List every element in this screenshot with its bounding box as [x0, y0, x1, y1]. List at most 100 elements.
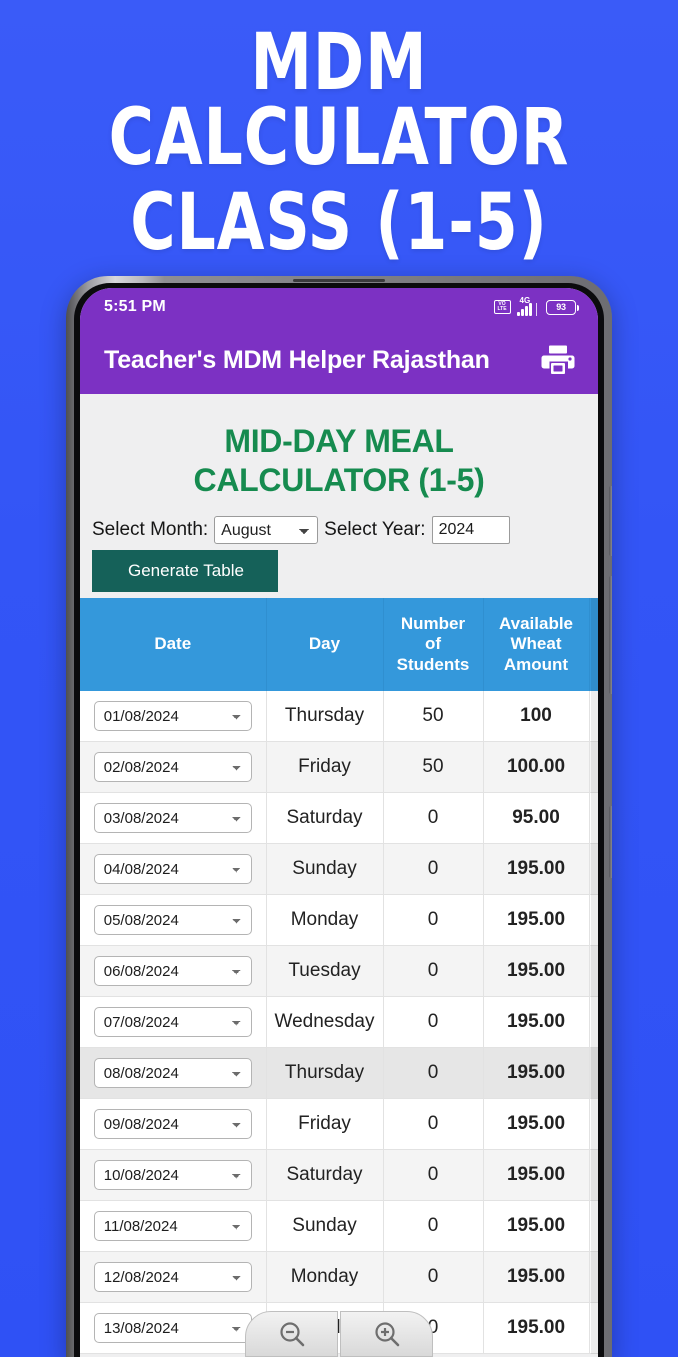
- filter-controls: Select Month: August Select Year:: [80, 516, 598, 545]
- table-row: 03/08/2024 Saturday 0 95.00: [80, 792, 598, 845]
- cell-available-wheat-amount: 195.00: [483, 1149, 590, 1202]
- battery-icon: 93: [546, 299, 579, 315]
- cell-available-wheat-amount: 195.00: [483, 894, 590, 947]
- cell-available-wheat-amount: 195.00: [483, 996, 590, 1049]
- zoom-out-icon: [279, 1322, 304, 1347]
- mdm-table-body: 01/08/2024 Thursday 50 100 02/08/2024 Friday 5…: [80, 691, 598, 1355]
- cell-date: 10/08/2024: [80, 1149, 267, 1202]
- app-bar: Teacher's MDM Helper Rajasthan: [80, 326, 598, 394]
- generate-table-button[interactable]: Generate Table: [92, 550, 278, 593]
- cell-day: Tuesday: [266, 945, 384, 998]
- cell-day: Monday: [266, 1251, 384, 1304]
- signal-bar-1: [516, 312, 520, 316]
- cell-number-of-students: 50: [383, 691, 484, 743]
- header-wheat-line-3: Amount: [503, 654, 569, 674]
- table-vertical-scrollbar[interactable]: [591, 598, 598, 1355]
- month-label: Select Month:: [92, 519, 209, 541]
- date-select[interactable]: 11/08/2024: [93, 1211, 252, 1242]
- table-row: 04/08/2024 Sunday 0 195.00: [80, 843, 598, 896]
- date-select[interactable]: 12/08/2024: [93, 1262, 252, 1293]
- cell-date: 11/08/2024: [80, 1200, 267, 1253]
- cell-day: Sunday: [266, 843, 384, 896]
- date-select[interactable]: 08/08/2024: [93, 1058, 252, 1089]
- volte-icon: VO LTE: [493, 300, 511, 314]
- column-header-date[interactable]: Date: [80, 598, 267, 692]
- cell-date: 13/08/2024: [80, 1302, 267, 1355]
- cell-day: Saturday: [266, 1149, 384, 1202]
- cell-day: Saturday: [266, 792, 384, 845]
- cell-number-of-students: 0: [383, 1251, 484, 1304]
- header-wheat-line-2: Wheat: [510, 634, 562, 654]
- cell-number-of-students: 0: [383, 1149, 484, 1202]
- app-content: MID-DAY MEAL CALCULATOR (1-5) Select Mon…: [80, 394, 598, 1357]
- date-select[interactable]: 02/08/2024: [93, 752, 252, 783]
- volte-icon-bottom-label: LTE: [497, 306, 507, 312]
- print-icon[interactable]: [540, 343, 576, 377]
- phone-mockup-frame: 5:51 PM VO LTE 4G 93 Teacher's MDM Helpe…: [66, 276, 612, 1357]
- date-select[interactable]: 13/08/2024: [93, 1313, 252, 1344]
- date-select[interactable]: 01/08/2024: [93, 701, 252, 732]
- date-select[interactable]: 09/08/2024: [93, 1109, 252, 1140]
- table-row: 12/08/2024 Monday 0 195.00: [80, 1251, 598, 1304]
- page-title-line-1: MID-DAY MEAL: [224, 423, 454, 459]
- date-select[interactable]: 03/08/2024: [93, 803, 252, 834]
- month-select[interactable]: August: [214, 516, 319, 545]
- cell-number-of-students: 0: [383, 1098, 484, 1151]
- zoom-in-icon: [374, 1322, 399, 1347]
- cell-day: Wednesday: [266, 996, 384, 1049]
- date-select[interactable]: 10/08/2024: [93, 1160, 252, 1191]
- date-select[interactable]: 07/08/2024: [93, 1007, 252, 1038]
- year-input[interactable]: [431, 516, 510, 545]
- date-select[interactable]: 04/08/2024: [93, 854, 252, 885]
- volume-down-button[interactable]: [609, 576, 612, 694]
- cell-available-wheat-amount: 195.00: [483, 1047, 590, 1100]
- volume-up-button[interactable]: [609, 486, 612, 556]
- zoom-out-button[interactable]: [245, 1311, 338, 1357]
- cell-number-of-students: 50: [383, 741, 484, 794]
- cell-day: Thursday: [266, 1047, 384, 1100]
- mdm-table-head: Date Day Number of Students Available Wh…: [80, 598, 598, 692]
- zoom-in-button[interactable]: [340, 1311, 433, 1357]
- app-title: Teacher's MDM Helper Rajasthan: [104, 345, 490, 374]
- banner-title-line-1: MDM CALCULATOR: [108, 18, 570, 183]
- battery-percent-label: 93: [556, 302, 566, 312]
- power-button[interactable]: [609, 806, 612, 878]
- table-row: 06/08/2024 Tuesday 0 195.00: [80, 945, 598, 998]
- status-clock: 5:51 PM: [104, 298, 166, 315]
- phone-bezel: 5:51 PM VO LTE 4G 93 Teacher's MDM Helpe…: [74, 283, 604, 1357]
- status-icon-group: VO LTE 4G 93: [493, 296, 579, 316]
- column-header-available-wheat-amount[interactable]: Available Wheat Amount: [483, 598, 590, 692]
- cell-date: 09/08/2024: [80, 1098, 267, 1151]
- cell-number-of-students: 0: [383, 1200, 484, 1253]
- year-label: Select Year:: [324, 519, 426, 541]
- header-num-line-1: Number: [400, 614, 466, 634]
- header-wheat-line-1: Available: [498, 614, 574, 634]
- cell-day: Thursday: [266, 691, 384, 743]
- cell-number-of-students: 0: [383, 1047, 484, 1100]
- signal-bar-2: [520, 309, 524, 316]
- zoom-controls: [245, 1311, 433, 1357]
- sim-divider: [535, 303, 537, 316]
- cell-number-of-students: 0: [383, 945, 484, 998]
- cell-available-wheat-amount: 195.00: [483, 1098, 590, 1151]
- cell-number-of-students: 0: [383, 894, 484, 947]
- cell-day: Monday: [266, 894, 384, 947]
- banner-title-line-2: CLASS (1-5): [130, 177, 548, 268]
- column-header-number-of-students[interactable]: Number of Students: [383, 598, 484, 692]
- date-select[interactable]: 05/08/2024: [93, 905, 252, 936]
- cell-date: 08/08/2024: [80, 1047, 267, 1100]
- column-header-day[interactable]: Day: [266, 598, 384, 692]
- table-row: 07/08/2024 Wednesday 0 195.00: [80, 996, 598, 1049]
- page-title: MID-DAY MEAL CALCULATOR (1-5): [80, 394, 598, 516]
- table-row: 10/08/2024 Saturday 0 195.00: [80, 1149, 598, 1202]
- date-select[interactable]: 06/08/2024: [93, 956, 252, 987]
- cell-date: 01/08/2024: [80, 691, 267, 743]
- cell-number-of-students: 0: [383, 996, 484, 1049]
- table-row: 11/08/2024 Sunday 0 195.00: [80, 1200, 598, 1253]
- page-title-line-2: CALCULATOR (1-5): [193, 462, 485, 499]
- table-header-row: Date Day Number of Students Available Wh…: [80, 598, 598, 692]
- cell-number-of-students: 0: [383, 843, 484, 896]
- cell-available-wheat-amount: 100: [483, 691, 590, 743]
- mdm-table-container[interactable]: Date Day Number of Students Available Wh…: [80, 598, 598, 1355]
- cell-available-wheat-amount: 100.00: [483, 741, 590, 794]
